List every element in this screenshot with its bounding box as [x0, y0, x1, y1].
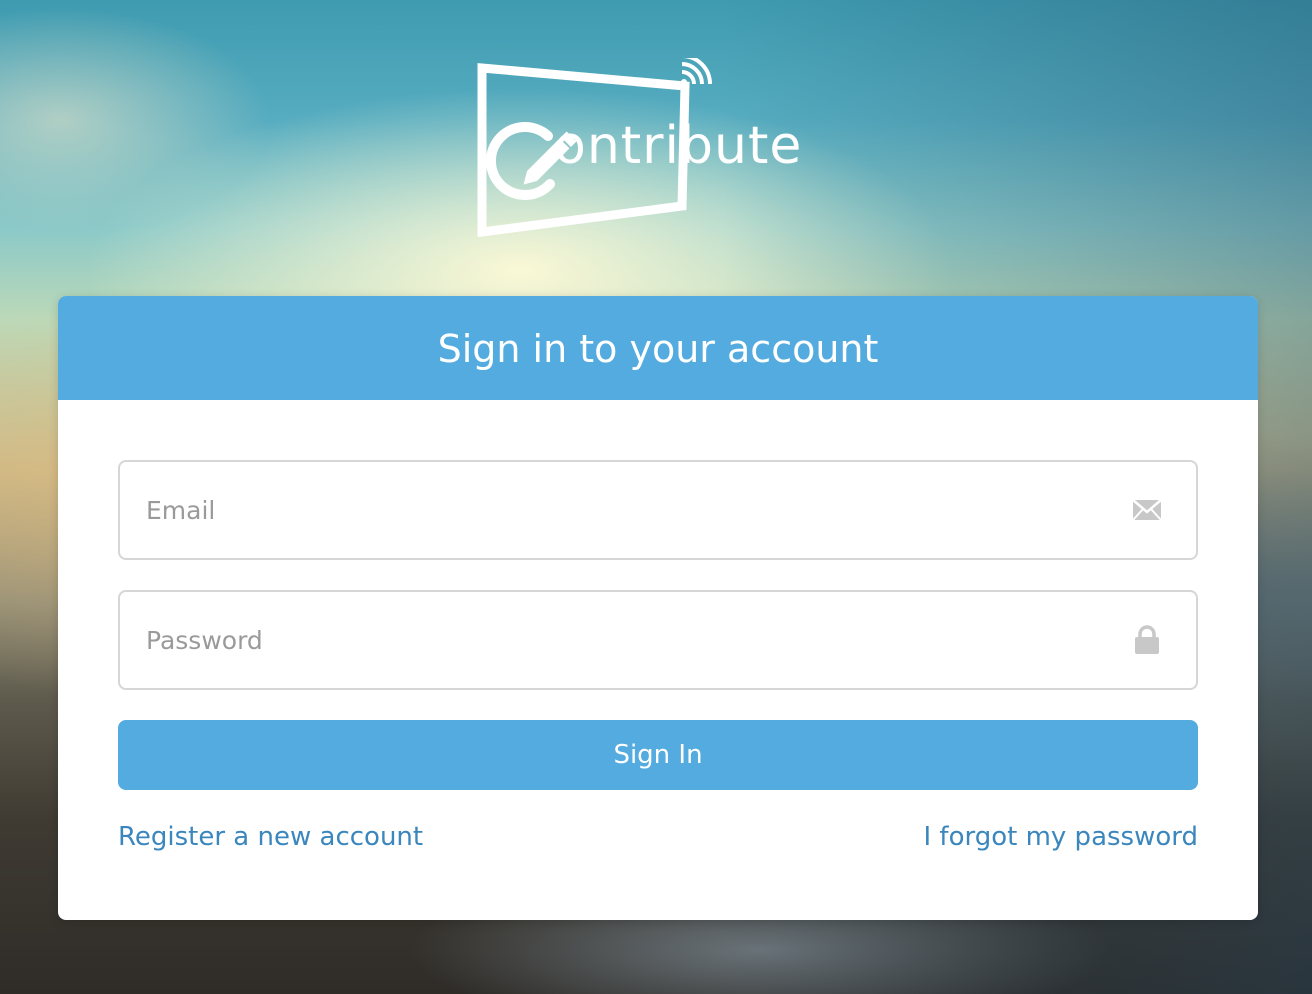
card-header: Sign in to your account: [58, 296, 1258, 400]
logo-wordmark: ontribute: [554, 116, 803, 176]
sign-in-card: Sign in to your account Sign In Register…: [58, 296, 1258, 920]
envelope-icon: [1132, 495, 1162, 525]
password-field-container: [118, 590, 1198, 690]
contribute-logo: ontribute: [470, 58, 815, 243]
sign-in-button[interactable]: Sign In: [118, 720, 1198, 790]
email-field-container: [118, 460, 1198, 560]
password-input[interactable]: [120, 592, 1196, 688]
forgot-password-link[interactable]: I forgot my password: [923, 822, 1198, 852]
page-title: Sign in to your account: [437, 327, 879, 371]
register-link[interactable]: Register a new account: [118, 822, 423, 852]
email-input[interactable]: [120, 462, 1196, 558]
lock-icon: [1132, 625, 1162, 655]
